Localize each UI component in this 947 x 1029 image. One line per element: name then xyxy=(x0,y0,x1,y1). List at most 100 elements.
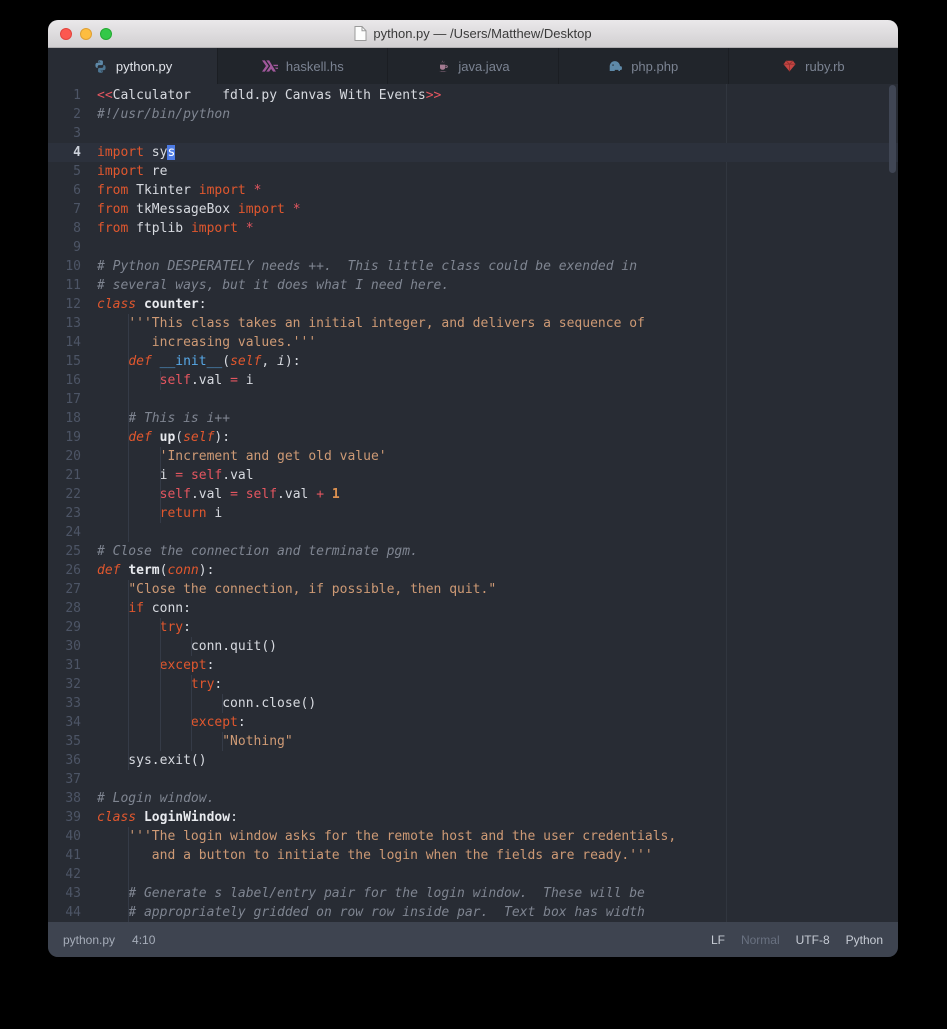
code-line[interactable]: 1<<Calculator fdld.py Canvas With Events… xyxy=(48,86,898,105)
indent-guide xyxy=(160,504,161,523)
code-line[interactable]: 35 "Nothing" xyxy=(48,732,898,751)
code-line[interactable]: 43 # Generate s label/entry pair for the… xyxy=(48,884,898,903)
code-line[interactable]: 9 xyxy=(48,238,898,257)
status-language[interactable]: Python xyxy=(846,933,883,947)
minimize-button[interactable] xyxy=(80,28,92,40)
code-line[interactable]: 3 xyxy=(48,124,898,143)
line-number: 24 xyxy=(48,523,81,542)
code-line[interactable]: 42 xyxy=(48,865,898,884)
indent-guide xyxy=(128,637,129,656)
indent-guide xyxy=(160,466,161,485)
indent-guide xyxy=(191,694,192,713)
code-line[interactable]: 18 # This is i++ xyxy=(48,409,898,428)
tab-label: php.php xyxy=(631,59,678,74)
code-line[interactable]: 28 if conn: xyxy=(48,599,898,618)
line-number: 16 xyxy=(48,371,81,390)
code-line[interactable]: 15 def __init__(self, i): xyxy=(48,352,898,371)
code-line[interactable]: 23 return i xyxy=(48,504,898,523)
indent-guide xyxy=(128,751,129,770)
indent-guide xyxy=(191,732,192,751)
code-line[interactable]: 21 i = self.val xyxy=(48,466,898,485)
indent-guide xyxy=(128,732,129,751)
indent-guide xyxy=(128,846,129,865)
code-line[interactable]: 25# Close the connection and terminate p… xyxy=(48,542,898,561)
line-number: 9 xyxy=(48,238,81,257)
code-line[interactable]: 4import sys xyxy=(48,143,898,162)
indent-guide xyxy=(128,447,129,466)
tab-haskell-hs[interactable]: haskell.hs xyxy=(217,48,387,84)
code-line[interactable]: 20 'Increment and get old value' xyxy=(48,447,898,466)
status-line-endings[interactable]: LF xyxy=(711,933,725,947)
code-line[interactable]: 8from ftplib import * xyxy=(48,219,898,238)
tab-ruby-rb[interactable]: ruby.rb xyxy=(728,48,898,84)
tab-python-py[interactable]: python.py xyxy=(48,48,217,84)
ruby-icon xyxy=(782,59,797,73)
text-cursor: s xyxy=(167,145,175,160)
status-encoding[interactable]: UTF-8 xyxy=(796,933,830,947)
code-line[interactable]: 11# several ways, but it does what I nee… xyxy=(48,276,898,295)
indent-guide xyxy=(160,656,161,675)
code-line[interactable]: 6from Tkinter import * xyxy=(48,181,898,200)
code-line[interactable]: 16 self.val = i xyxy=(48,371,898,390)
code-line[interactable]: 34 except: xyxy=(48,713,898,732)
code-line[interactable]: 10# Python DESPERATELY needs ++. This li… xyxy=(48,257,898,276)
haskell-icon xyxy=(262,60,278,72)
status-right: LF Normal UTF-8 Python xyxy=(711,933,883,947)
indent-guide xyxy=(128,428,129,447)
code-line[interactable]: 17 xyxy=(48,390,898,409)
line-number: 17 xyxy=(48,390,81,409)
code-line[interactable]: 36 sys.exit() xyxy=(48,751,898,770)
code-line[interactable]: 39class LoginWindow: xyxy=(48,808,898,827)
indent-guide xyxy=(128,656,129,675)
tab-java-java[interactable]: java.java xyxy=(387,48,557,84)
code-line[interactable]: 38# Login window. xyxy=(48,789,898,808)
code-line[interactable]: 5import re xyxy=(48,162,898,181)
code-line[interactable]: 30 conn.quit() xyxy=(48,637,898,656)
line-number: 10 xyxy=(48,257,81,276)
line-number: 6 xyxy=(48,181,81,200)
indent-guide xyxy=(191,637,192,656)
code-line[interactable]: 37 xyxy=(48,770,898,789)
tab-php-php[interactable]: php.php xyxy=(558,48,728,84)
code-line[interactable]: 2#!/usr/bin/python xyxy=(48,105,898,124)
indent-guide xyxy=(191,675,192,694)
close-button[interactable] xyxy=(60,28,72,40)
line-number: 5 xyxy=(48,162,81,181)
code-editor[interactable]: 1<<Calculator fdld.py Canvas With Events… xyxy=(48,84,898,922)
indent-guide xyxy=(128,371,129,390)
code-line[interactable]: 14 increasing values.''' xyxy=(48,333,898,352)
zoom-button[interactable] xyxy=(100,28,112,40)
indent-guide xyxy=(128,580,129,599)
indent-guide xyxy=(128,865,129,884)
code-line[interactable]: 19 def up(self): xyxy=(48,428,898,447)
code-line[interactable]: 32 try: xyxy=(48,675,898,694)
indent-guide xyxy=(128,333,129,352)
python-icon xyxy=(93,59,108,74)
scrollbar-thumb[interactable] xyxy=(889,85,896,173)
line-number: 12 xyxy=(48,295,81,314)
code-line[interactable]: 13 '''This class takes an initial intege… xyxy=(48,314,898,333)
line-number: 11 xyxy=(48,276,81,295)
indent-guide xyxy=(191,713,192,732)
code-line[interactable]: 24 xyxy=(48,523,898,542)
code-line[interactable]: 33 conn.close() xyxy=(48,694,898,713)
code-line[interactable]: 7from tkMessageBox import * xyxy=(48,200,898,219)
indent-guide xyxy=(160,371,161,390)
line-number: 42 xyxy=(48,865,81,884)
code-line[interactable]: 26def term(conn): xyxy=(48,561,898,580)
code-line[interactable]: 40 '''The login window asks for the remo… xyxy=(48,827,898,846)
code-line[interactable]: 41 and a button to initiate the login wh… xyxy=(48,846,898,865)
code-line[interactable]: 12class counter: xyxy=(48,295,898,314)
indent-guide xyxy=(160,732,161,751)
indent-guide xyxy=(160,637,161,656)
code-line[interactable]: 22 self.val = self.val + 1 xyxy=(48,485,898,504)
code-line[interactable]: 44 # appropriately gridded on row row in… xyxy=(48,903,898,922)
indent-guide xyxy=(128,466,129,485)
php-icon xyxy=(608,59,623,74)
title-bar[interactable]: python.py — /Users/Matthew/Desktop xyxy=(48,20,898,48)
line-number: 7 xyxy=(48,200,81,219)
code-line[interactable]: 29 try: xyxy=(48,618,898,637)
code-line[interactable]: 31 except: xyxy=(48,656,898,675)
indent-guide xyxy=(128,409,129,428)
code-line[interactable]: 27 "Close the connection, if possible, t… xyxy=(48,580,898,599)
